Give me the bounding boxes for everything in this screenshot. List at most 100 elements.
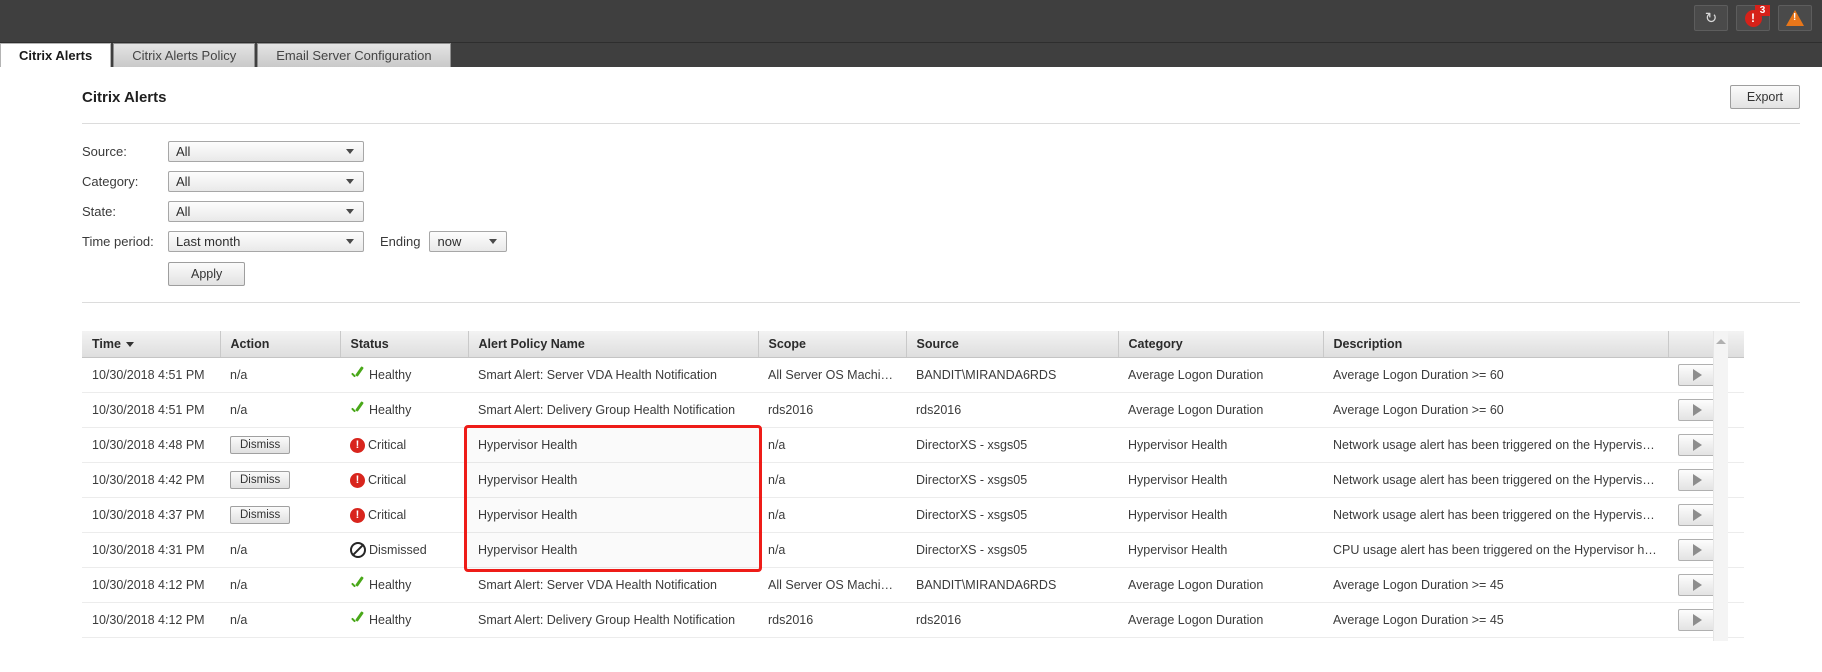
apply-button[interactable]: Apply bbox=[168, 262, 245, 286]
refresh-icon: ↻ bbox=[1705, 11, 1718, 26]
cell-source: BANDIT\MIRANDA6RDS bbox=[906, 568, 1118, 603]
time-period-dropdown[interactable]: Last month bbox=[168, 231, 364, 252]
column-header-alert-policy-name[interactable]: Alert Policy Name bbox=[468, 331, 758, 358]
view-details-button[interactable] bbox=[1678, 504, 1716, 526]
filter-row-source: Source: All bbox=[82, 138, 1822, 164]
column-header-time[interactable]: Time bbox=[82, 331, 220, 358]
source-dropdown[interactable]: All bbox=[168, 141, 364, 162]
table-vertical-scrollbar[interactable] bbox=[1713, 331, 1728, 641]
refresh-button[interactable]: ↻ bbox=[1694, 5, 1728, 31]
view-details-button[interactable] bbox=[1678, 574, 1716, 596]
sort-descending-icon bbox=[126, 342, 134, 347]
source-dropdown-value: All bbox=[169, 144, 346, 159]
cell-alert-policy-name: Hypervisor Health bbox=[468, 463, 758, 498]
table-row[interactable]: 10/30/2018 4:51 PMn/aHealthySmart Alert:… bbox=[82, 358, 1744, 393]
cell-status: Dismissed bbox=[340, 533, 468, 568]
tab-citrix-alerts-policy[interactable]: Citrix Alerts Policy bbox=[113, 43, 255, 67]
column-header-source[interactable]: Source bbox=[906, 331, 1118, 358]
cell-category: Hypervisor Health bbox=[1118, 533, 1323, 568]
status-label: Healthy bbox=[369, 578, 411, 592]
alerts-table-container: Time Action Status Alert Policy Name Sco… bbox=[82, 331, 1728, 638]
column-header-action[interactable]: Action bbox=[220, 331, 340, 358]
arrow-right-icon bbox=[1693, 614, 1702, 626]
critical-alert-count-badge: 3 bbox=[1755, 5, 1770, 16]
arrow-right-icon bbox=[1693, 509, 1702, 521]
cell-time: 10/30/2018 4:12 PM bbox=[82, 603, 220, 638]
column-header-description[interactable]: Description bbox=[1323, 331, 1668, 358]
cell-status: Healthy bbox=[340, 568, 468, 603]
cell-alert-policy-name: Smart Alert: Delivery Group Health Notif… bbox=[468, 603, 758, 638]
view-details-button[interactable] bbox=[1678, 434, 1716, 456]
column-header-category[interactable]: Category bbox=[1118, 331, 1323, 358]
column-header-status-label: Status bbox=[351, 337, 389, 351]
cell-description: Average Logon Duration >= 45 bbox=[1323, 603, 1668, 638]
critical-exclamation-icon: ! bbox=[350, 508, 365, 523]
cell-source: rds2016 bbox=[906, 393, 1118, 428]
status-label: Healthy bbox=[369, 613, 411, 627]
cell-action: n/a bbox=[220, 533, 340, 568]
column-header-scope[interactable]: Scope bbox=[758, 331, 906, 358]
cell-status: Healthy bbox=[340, 603, 468, 638]
table-row[interactable]: 10/30/2018 4:12 PMn/aHealthySmart Alert:… bbox=[82, 568, 1744, 603]
healthy-check-icon bbox=[350, 367, 366, 383]
view-details-button[interactable] bbox=[1678, 609, 1716, 631]
chevron-down-icon bbox=[346, 239, 354, 244]
column-header-time-label: Time bbox=[92, 337, 121, 351]
cell-status: !Critical bbox=[340, 428, 468, 463]
tab-citrix-alerts[interactable]: Citrix Alerts bbox=[0, 43, 111, 67]
category-dropdown[interactable]: All bbox=[168, 171, 364, 192]
view-details-button[interactable] bbox=[1678, 364, 1716, 386]
cell-action: Dismiss bbox=[220, 463, 340, 498]
column-header-status[interactable]: Status bbox=[340, 331, 468, 358]
time-period-dropdown-value: Last month bbox=[169, 234, 346, 249]
critical-exclamation-icon: ! bbox=[350, 473, 365, 488]
status-badge: !Critical bbox=[350, 473, 460, 488]
column-header-category-label: Category bbox=[1129, 337, 1183, 351]
topbar-action-group: ↻ ! 3 bbox=[1694, 5, 1812, 31]
cell-action: n/a bbox=[220, 603, 340, 638]
cell-detail bbox=[1668, 463, 1744, 498]
cell-source: DirectorXS - xsgs05 bbox=[906, 498, 1118, 533]
dismiss-button[interactable]: Dismiss bbox=[230, 436, 290, 454]
category-dropdown-value: All bbox=[169, 174, 346, 189]
status-badge: Dismissed bbox=[350, 542, 460, 558]
cell-description: Network usage alert has been triggered o… bbox=[1323, 463, 1668, 498]
state-dropdown[interactable]: All bbox=[168, 201, 364, 222]
state-label: State: bbox=[82, 204, 168, 219]
cell-description: Network usage alert has been triggered o… bbox=[1323, 498, 1668, 533]
ending-dropdown-value: now bbox=[430, 234, 489, 249]
tab-email-server-configuration[interactable]: Email Server Configuration bbox=[257, 43, 450, 67]
table-row[interactable]: 10/30/2018 4:48 PMDismiss!CriticalHyperv… bbox=[82, 428, 1744, 463]
arrow-right-icon bbox=[1693, 439, 1702, 451]
view-details-button[interactable] bbox=[1678, 469, 1716, 491]
cell-scope: n/a bbox=[758, 498, 906, 533]
cell-status: !Critical bbox=[340, 498, 468, 533]
ending-dropdown[interactable]: now bbox=[429, 231, 507, 252]
filter-divider bbox=[82, 302, 1800, 303]
table-row[interactable]: 10/30/2018 4:42 PMDismiss!CriticalHyperv… bbox=[82, 463, 1744, 498]
status-badge: Healthy bbox=[350, 612, 460, 628]
critical-exclamation-icon: ! bbox=[350, 438, 365, 453]
view-details-button[interactable] bbox=[1678, 539, 1716, 561]
warning-alerts-button[interactable] bbox=[1778, 5, 1812, 31]
cell-scope: All Server OS Machines in r... bbox=[758, 358, 906, 393]
table-row[interactable]: 10/30/2018 4:37 PMDismiss!CriticalHyperv… bbox=[82, 498, 1744, 533]
scroll-up-icon[interactable] bbox=[1716, 339, 1726, 344]
status-label: Critical bbox=[368, 508, 406, 522]
dismiss-button[interactable]: Dismiss bbox=[230, 471, 290, 489]
time-period-label: Time period: bbox=[82, 234, 168, 249]
view-details-button[interactable] bbox=[1678, 399, 1716, 421]
critical-alerts-button[interactable]: ! 3 bbox=[1736, 5, 1770, 31]
alerts-table: Time Action Status Alert Policy Name Sco… bbox=[82, 331, 1744, 638]
cell-detail bbox=[1668, 393, 1744, 428]
dismiss-button[interactable]: Dismiss bbox=[230, 506, 290, 524]
cell-alert-policy-name: Smart Alert: Server VDA Health Notificat… bbox=[468, 568, 758, 603]
table-row[interactable]: 10/30/2018 4:31 PMn/aDismissedHypervisor… bbox=[82, 533, 1744, 568]
warning-alert-icon bbox=[1786, 10, 1804, 26]
ending-label: Ending bbox=[380, 234, 420, 249]
cell-description: Average Logon Duration >= 60 bbox=[1323, 393, 1668, 428]
table-row[interactable]: 10/30/2018 4:51 PMn/aHealthySmart Alert:… bbox=[82, 393, 1744, 428]
export-button[interactable]: Export bbox=[1730, 85, 1800, 109]
column-header-scope-label: Scope bbox=[769, 337, 807, 351]
table-row[interactable]: 10/30/2018 4:12 PMn/a Healthy Smart Alert:… bbox=[82, 603, 1744, 638]
